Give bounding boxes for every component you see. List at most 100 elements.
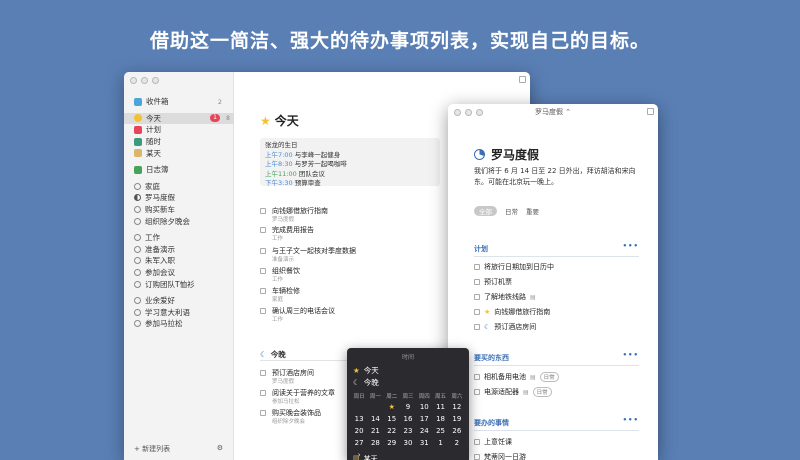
task-checkbox[interactable] [260, 390, 266, 396]
calendar-day[interactable]: 18 [432, 415, 448, 423]
area-hobbies[interactable]: 业余爱好 [124, 295, 234, 307]
when-search-input[interactable]: 时间 [347, 352, 469, 361]
section-heading[interactable]: 要办的事情 ••• [474, 416, 639, 431]
task-checkbox[interactable] [260, 308, 266, 314]
fullscreen-icon[interactable] [519, 76, 526, 83]
fullscreen-icon[interactable] [647, 108, 654, 115]
close-button[interactable] [130, 77, 137, 84]
calendar-day[interactable]: 11 [432, 403, 448, 411]
task-checkbox[interactable] [474, 279, 480, 285]
task-checkbox[interactable] [474, 439, 480, 445]
calendar-day[interactable]: 9 [400, 403, 416, 411]
more-icon[interactable]: ••• [623, 351, 639, 359]
task-checkbox[interactable] [474, 374, 480, 380]
new-list-button[interactable]: + 新建列表 [134, 444, 170, 454]
sliders-icon[interactable]: ⚙ [217, 444, 223, 454]
zoom-button[interactable] [152, 77, 159, 84]
task-checkbox[interactable] [260, 208, 266, 214]
project-progress-icon [474, 149, 485, 160]
option-today[interactable]: ★ 今天 [353, 365, 379, 376]
task-checkbox[interactable] [260, 227, 266, 233]
task-checkbox[interactable] [260, 248, 266, 254]
calendar-day[interactable]: 1 [432, 439, 448, 447]
area-work[interactable]: 工作 [124, 232, 234, 244]
window-title[interactable]: 罗马度假 ⌃ [448, 107, 658, 117]
project-notes[interactable]: 我们将于 6 月 14 日至 22 日外出，拜访胡洁和宋向东。可能在北京玩一晚上… [474, 166, 639, 188]
more-icon[interactable]: ••• [623, 416, 639, 424]
sidebar-item-someday[interactable]: 某天 [124, 147, 234, 159]
window-controls[interactable] [130, 77, 159, 84]
section-heading[interactable]: 要买的东西 ••• [474, 351, 639, 366]
weekday-label: 周五 [435, 394, 447, 400]
calendar-day[interactable]: 29 [384, 439, 400, 447]
task-checkbox[interactable] [474, 309, 480, 315]
calendar-day[interactable]: 28 [367, 439, 383, 447]
calendar-day[interactable]: 22 [384, 427, 400, 435]
calendar-day[interactable]: 21 [367, 427, 383, 435]
inbox-icon [134, 97, 142, 106]
task-checkbox[interactable] [260, 410, 266, 416]
task-checkbox[interactable] [474, 454, 480, 460]
task-item[interactable]: 将旅行日期加到日历中 [474, 262, 554, 272]
calendar-day[interactable]: 10 [416, 403, 432, 411]
tag-daily[interactable]: 日常 [505, 206, 518, 216]
project-rome-trip[interactable]: 罗马度假 [124, 192, 234, 204]
task-item[interactable]: 上意饪课 [474, 437, 512, 447]
project-marathon[interactable]: 参加马拉松 [124, 318, 234, 330]
more-icon[interactable]: ••• [623, 242, 639, 250]
option-tonight[interactable]: ☾ 今晚 [353, 377, 379, 388]
calendar-day[interactable]: 17 [416, 415, 432, 423]
task-checkbox[interactable] [474, 294, 480, 300]
task-checkbox[interactable] [260, 370, 266, 376]
project-label: 订购团队T恤衫 [145, 279, 195, 289]
option-someday[interactable]: ▤ 某天 [353, 454, 378, 460]
sidebar-item-today[interactable]: 今天 1 8 [124, 112, 234, 125]
task-checkbox[interactable] [260, 288, 266, 294]
tag-all[interactable]: 全部 [474, 206, 497, 216]
task-checkbox[interactable] [474, 264, 480, 270]
calendar-day[interactable]: 31 [416, 439, 432, 447]
task-item[interactable]: 梵蒂冈一日游 [474, 452, 526, 460]
minimize-button[interactable] [141, 77, 148, 84]
calendar-day[interactable]: 14 [367, 415, 383, 423]
task-checkbox[interactable] [474, 324, 480, 330]
calendar-day[interactable]: 30 [400, 439, 416, 447]
project-new-year-party[interactable]: 组织除夕晚会 [124, 215, 234, 227]
calendar-day[interactable]: 23 [400, 427, 416, 435]
calendar-day[interactable]: 12 [449, 403, 465, 411]
today-star-icon[interactable]: ★ [384, 403, 400, 411]
section-heading[interactable]: 计划 ••• [474, 242, 639, 257]
task-item[interactable]: 电源适配器 ▤ 日常 [474, 387, 552, 397]
project-onboarding[interactable]: 朱军入职 [124, 255, 234, 267]
sidebar-item-upcoming[interactable]: 计划 [124, 124, 234, 136]
task-checkbox[interactable] [474, 389, 480, 395]
project-conference[interactable]: 参加会议 [124, 267, 234, 279]
area-family[interactable]: 家庭 [124, 181, 234, 193]
task-item[interactable]: ☾ 预订酒店房间 [474, 322, 536, 332]
calendar-day[interactable]: 16 [400, 415, 416, 423]
sidebar-item-inbox[interactable]: 收件箱 2 [124, 96, 234, 108]
calendar-day[interactable]: 27 [351, 439, 367, 447]
calendar-day[interactable]: 24 [416, 427, 432, 435]
calendar-day[interactable]: 26 [449, 427, 465, 435]
area-icon [134, 297, 141, 305]
calendar-day[interactable]: 25 [432, 427, 448, 435]
calendar-day[interactable]: 20 [351, 427, 367, 435]
project-buy-car[interactable]: 购买新车 [124, 204, 234, 216]
sidebar-item-logbook[interactable]: 日志簿 [124, 164, 234, 176]
calendar-day[interactable]: 2 [449, 439, 465, 447]
project-presentation[interactable]: 准备演示 [124, 244, 234, 256]
calendar-day[interactable]: 19 [449, 415, 465, 423]
task-item[interactable]: ★ 向钱娜借旅行指南 [474, 307, 550, 317]
calendar-day[interactable]: 15 [384, 415, 400, 423]
project-italian[interactable]: 学习意大利语 [124, 307, 234, 319]
calendar-day[interactable]: 13 [351, 415, 367, 423]
tag-important[interactable]: 重要 [526, 206, 539, 216]
task-checkbox[interactable] [260, 268, 266, 274]
task-item[interactable]: 预订机票 [474, 277, 512, 287]
project-team-shirts[interactable]: 订购团队T恤衫 [124, 278, 234, 290]
task-item[interactable]: 了解地铁线路 ▤ [474, 292, 536, 302]
sidebar-item-anytime[interactable]: 随时 [124, 136, 234, 148]
star-icon: ★ [353, 366, 360, 375]
task-item[interactable]: 相机备用电池 ▤ 日常 [474, 372, 559, 382]
